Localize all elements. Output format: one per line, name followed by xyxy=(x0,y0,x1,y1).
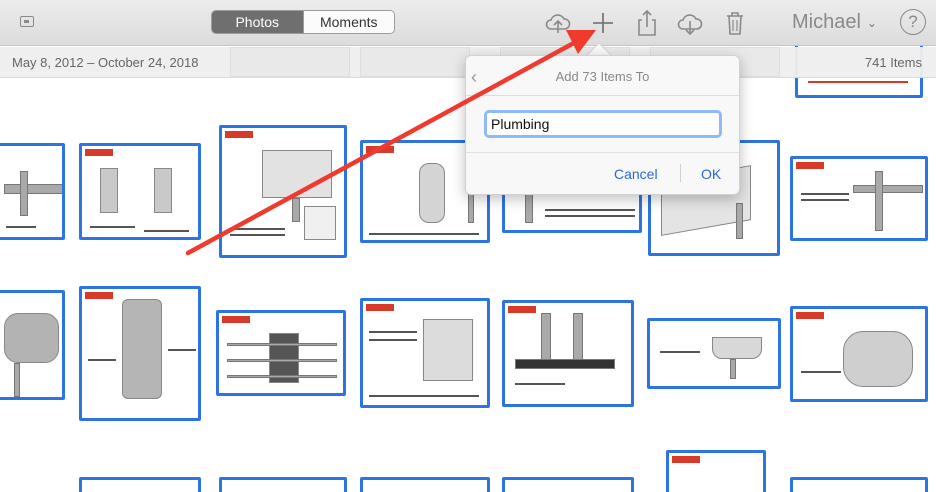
share-icon[interactable] xyxy=(632,8,662,38)
cloud-upload-icon[interactable] xyxy=(543,8,573,38)
cancel-button[interactable]: Cancel xyxy=(614,166,658,182)
help-icon[interactable]: ? xyxy=(900,9,926,35)
divider xyxy=(466,152,739,153)
user-name: Michael xyxy=(792,11,861,33)
tab-moments[interactable]: Moments xyxy=(302,11,394,33)
photo-thumbnail[interactable] xyxy=(502,300,634,407)
photo-thumbnail[interactable] xyxy=(790,306,928,402)
view-segmented-control: Photos Moments xyxy=(211,10,395,34)
sidebar-icon[interactable] xyxy=(20,16,34,27)
photo-thumbnail[interactable] xyxy=(216,310,346,396)
photo-thumbnail[interactable] xyxy=(79,286,201,421)
button-separator xyxy=(680,164,681,182)
popover-title: Add 73 Items To xyxy=(555,69,650,84)
item-count-label: 741 Items xyxy=(864,55,922,70)
photos-app-window: May 8, 2012 – October 24, 2018 741 Items… xyxy=(0,0,936,492)
photo-thumbnail[interactable] xyxy=(790,156,928,241)
photo-thumbnail[interactable] xyxy=(0,290,65,400)
photo-thumbnail[interactable] xyxy=(219,125,347,258)
divider xyxy=(466,95,739,96)
trash-icon[interactable] xyxy=(720,8,750,38)
add-to-album-popover: ‹ Add 73 Items To Cancel OK xyxy=(465,55,740,195)
photo-thumbnail[interactable] xyxy=(79,143,201,240)
photo-thumbnail[interactable] xyxy=(219,477,347,492)
album-name-input[interactable] xyxy=(484,110,722,138)
photo-thumbnail[interactable] xyxy=(647,318,781,389)
cloud-download-icon[interactable] xyxy=(675,8,705,38)
date-range-label: May 8, 2012 – October 24, 2018 xyxy=(12,55,199,70)
plus-icon[interactable] xyxy=(588,8,618,38)
photo-thumbnail[interactable] xyxy=(790,477,928,492)
photo-thumbnail[interactable] xyxy=(79,477,201,492)
toolbar: Photos Moments Michael ⌄ ? xyxy=(0,0,936,46)
chevron-down-icon: ⌄ xyxy=(866,15,877,30)
photo-thumbnail[interactable] xyxy=(0,143,65,240)
ok-button[interactable]: OK xyxy=(701,166,721,182)
tab-photos[interactable]: Photos xyxy=(212,11,303,33)
user-menu[interactable]: Michael ⌄ xyxy=(792,11,877,34)
photo-thumbnail[interactable] xyxy=(666,450,766,492)
photo-thumbnail[interactable] xyxy=(360,477,490,492)
photo-thumbnail[interactable] xyxy=(360,298,490,408)
photo-thumbnail[interactable] xyxy=(502,477,634,492)
